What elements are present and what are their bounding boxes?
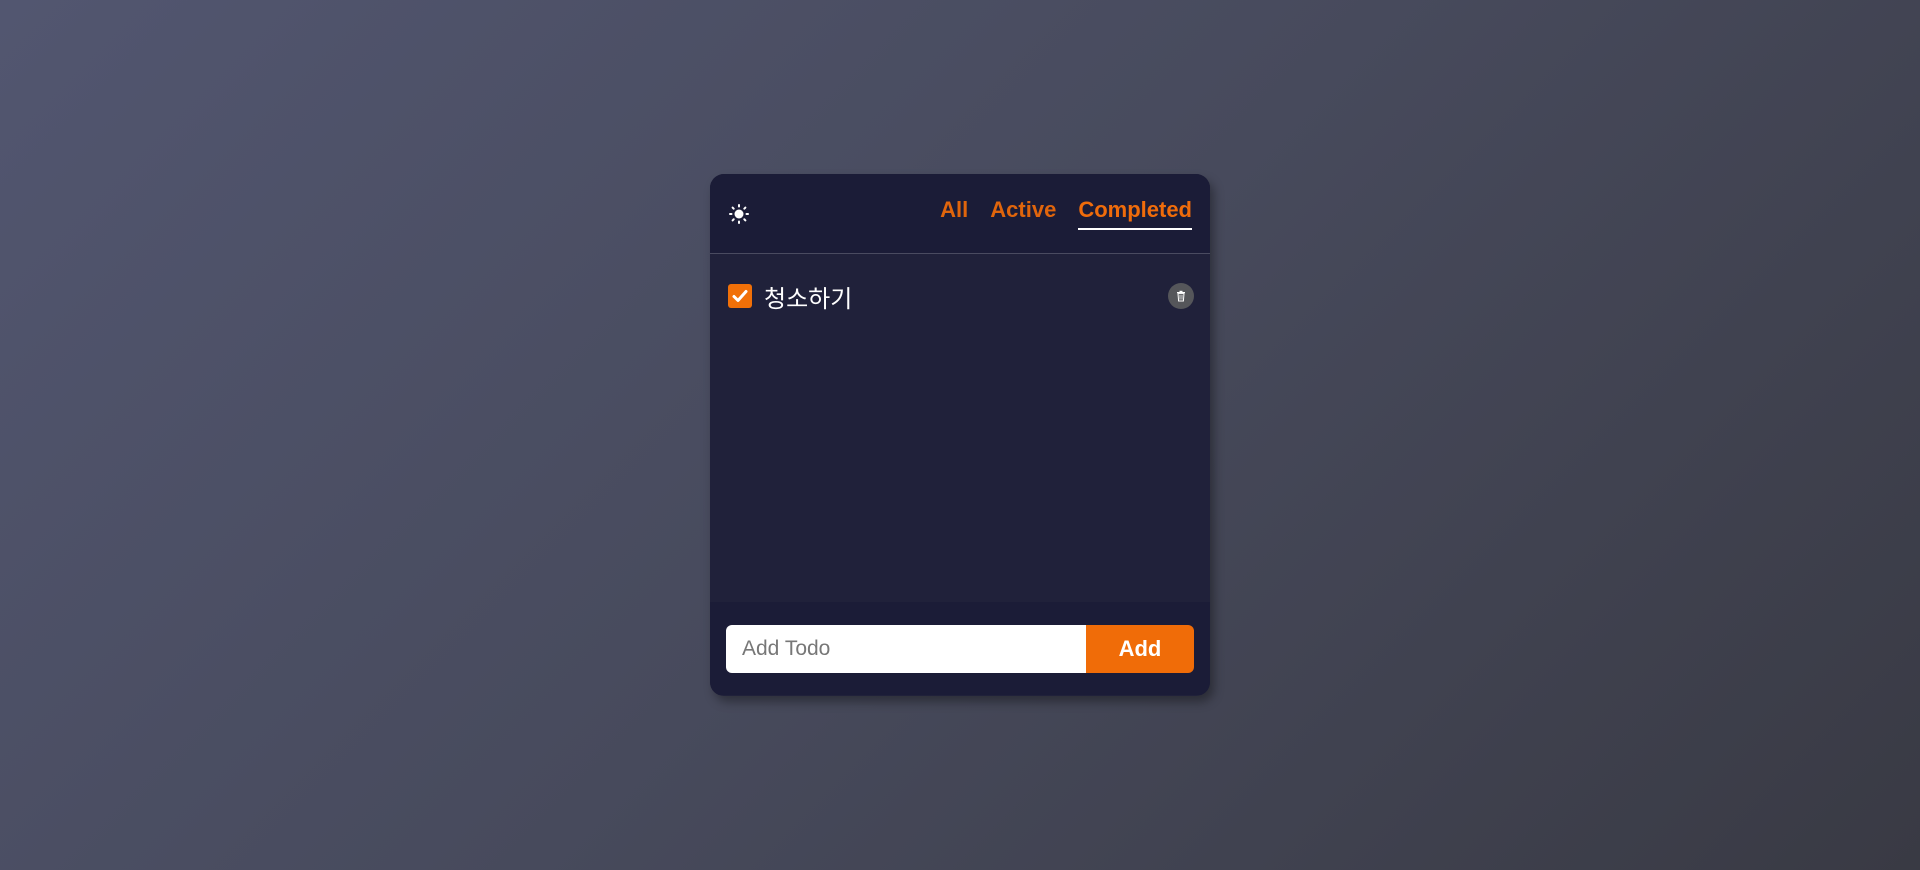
checkmark-icon [732, 290, 748, 302]
trash-icon [1177, 290, 1185, 302]
todo-header: All Active Completed [710, 174, 1210, 254]
add-todo-form: Add [710, 602, 1210, 695]
todo-card: All Active Completed 청소하기 Add Todo Add [710, 174, 1210, 696]
add-todo-input[interactable] [726, 624, 1086, 673]
filter-completed-tab[interactable]: Completed [1078, 197, 1192, 230]
todo-item: 청소하기 [728, 274, 1194, 318]
theme-toggle-button[interactable] [726, 201, 752, 227]
filter-tabs: All Active Completed [940, 197, 1192, 230]
todo-item-text: 청소하기 [764, 285, 853, 313]
todo-checkbox[interactable] [728, 284, 752, 308]
add-todo-button[interactable]: Add [1086, 624, 1194, 673]
sun-icon [729, 203, 749, 224]
todo-list: 청소하기 [710, 254, 1210, 602]
delete-todo-button[interactable] [1168, 283, 1194, 309]
filter-all-tab[interactable]: All [940, 197, 968, 230]
filter-active-tab[interactable]: Active [990, 197, 1056, 230]
